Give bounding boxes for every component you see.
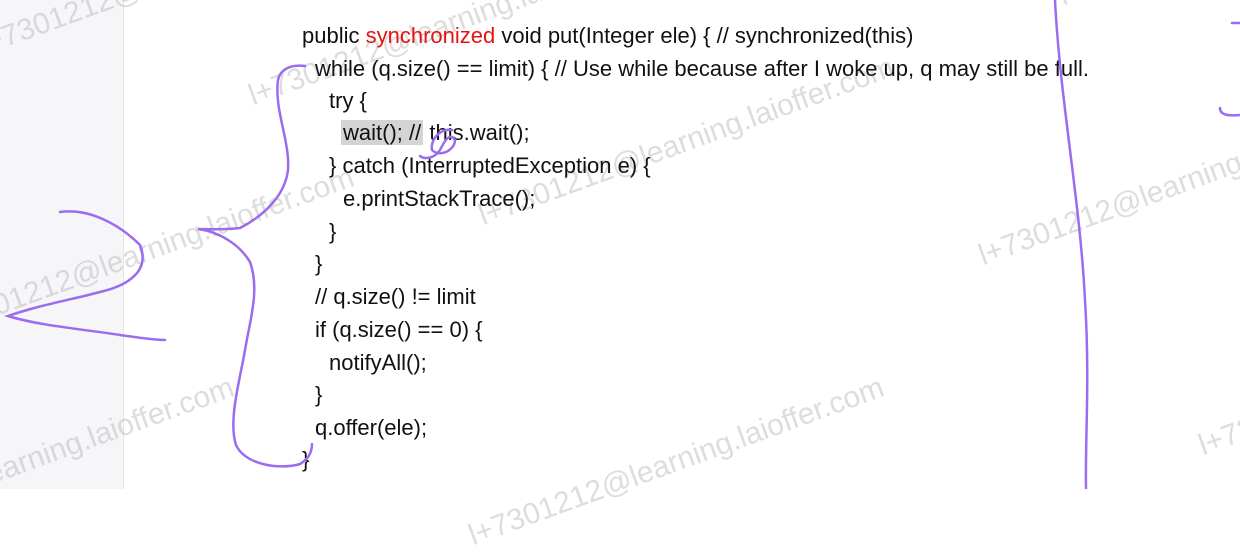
ink-vertical-line: [1053, 0, 1089, 489]
ink-bracket-right-bottom: [1218, 106, 1240, 117]
handwriting-annotations: [3, 0, 1240, 489]
ink-loop-wait: [418, 128, 457, 160]
ink-arrow-left: [3, 210, 167, 342]
ink-brace-while: [197, 64, 314, 468]
